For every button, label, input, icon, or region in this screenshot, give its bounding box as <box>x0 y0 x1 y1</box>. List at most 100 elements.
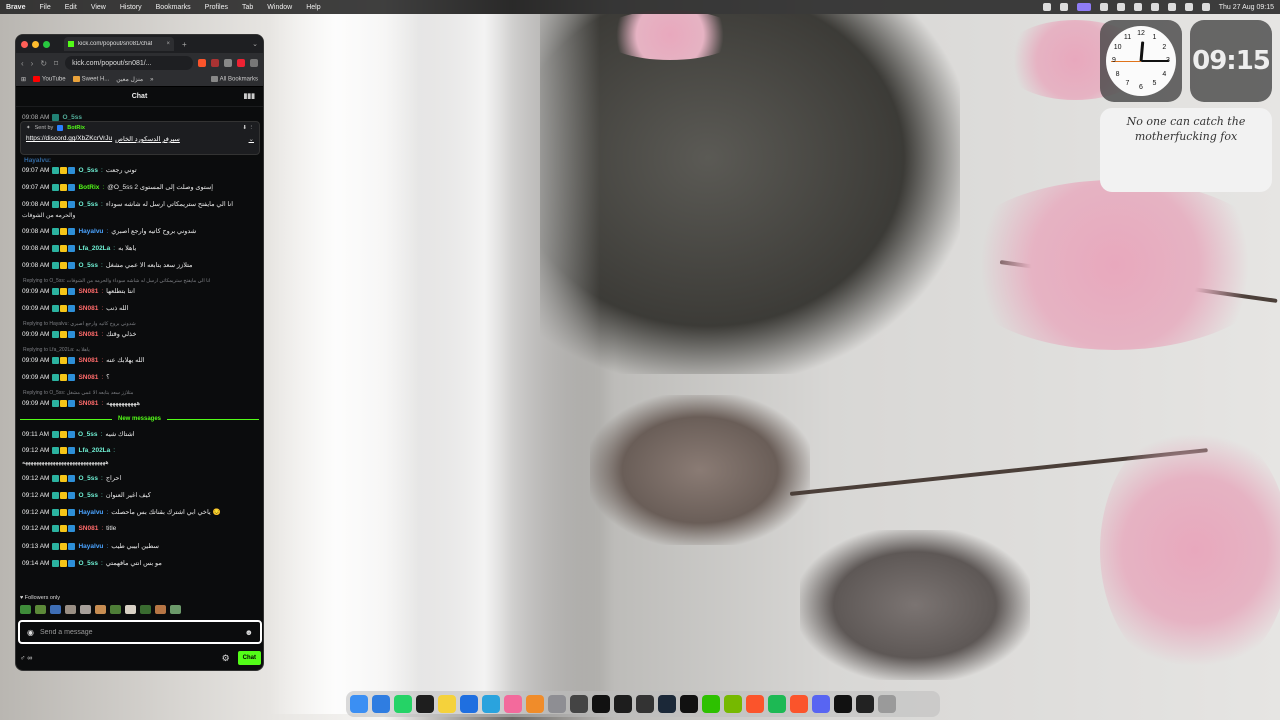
reply-context[interactable]: Replying to Hayalvu: شدوني بروح كاتيه وا… <box>23 321 136 327</box>
menu-app-name[interactable]: Brave <box>6 4 25 11</box>
forward-icon[interactable]: › <box>31 59 34 68</box>
stats-icon[interactable]: ▮▮▮ <box>243 92 255 100</box>
brave-rewards-icon[interactable] <box>211 59 219 67</box>
emote-icon[interactable] <box>140 605 151 614</box>
dock-trash-icon[interactable] <box>878 695 896 713</box>
dock-wechat-icon[interactable] <box>702 695 720 713</box>
focus-icon[interactable] <box>1133 3 1142 11</box>
bookmark-sweet[interactable]: Sweet H... <box>72 76 109 83</box>
chat-message[interactable]: 09:12 AM O_5ss: كيف اغير العنوان <box>22 491 258 499</box>
chat-message[interactable]: 09:12 AM SN081: title <box>22 525 258 532</box>
message-username[interactable]: Lfa_202La <box>78 447 110 454</box>
dock-whatsapp-icon[interactable] <box>394 695 412 713</box>
user-status[interactable]: ♂ ∞ <box>20 655 32 662</box>
pinned-sender[interactable]: BotRix <box>67 125 85 131</box>
chat-message[interactable]: 09:07 AM O_5ss: توني رجعت <box>22 166 258 174</box>
extension-icon[interactable] <box>237 59 245 67</box>
brave-shields-icon[interactable] <box>198 59 206 67</box>
expand-pinned-icon[interactable]: ⌄ <box>249 135 254 143</box>
minimize-window-button[interactable] <box>32 40 39 48</box>
new-tab-button[interactable]: + <box>182 40 187 49</box>
message-username[interactable]: SN081 <box>78 288 98 295</box>
tab-search-button[interactable]: ⌄ <box>252 40 258 48</box>
dock-telegram-icon[interactable] <box>482 695 500 713</box>
digital-clock-widget[interactable]: 09:15 <box>1190 20 1272 102</box>
chat-message[interactable]: 09:12 AM Hayalvu: ياخي ابي اشترك بقناتك بس… <box>22 508 258 516</box>
chat-message[interactable]: 09:09 AM SN081: خذلي وقتك <box>22 330 258 338</box>
message-username[interactable]: Hayalvu: <box>24 157 51 164</box>
chat-message[interactable]: 09:09 AM SN081: الله ذنب <box>22 304 258 312</box>
apps-grid-icon[interactable]: ⊞ <box>21 76 26 83</box>
emote-picker-icon[interactable]: ☻ <box>245 628 253 637</box>
rocket-icon[interactable] <box>1042 3 1051 11</box>
bookmark-arabic[interactable]: منزل معين <box>116 76 143 83</box>
dock-chatgpt-icon[interactable] <box>680 695 698 713</box>
reply-context[interactable]: Replying to O_5ss: متلازز سعد بتابعه الا… <box>23 390 133 396</box>
chat-message[interactable]: 09:12 AM Lfa_202La: <box>22 447 258 454</box>
emote-icon[interactable] <box>50 605 61 614</box>
message-username[interactable]: O_5ss <box>78 492 98 499</box>
display-icon[interactable] <box>1116 3 1125 11</box>
play-icon[interactable] <box>1150 3 1159 11</box>
emote-icon[interactable] <box>155 605 166 614</box>
chat-message[interactable]: 09:09 AM SN081: انتا بتطلعها <box>22 287 258 295</box>
bookmark-youtube[interactable]: YouTube <box>33 76 66 83</box>
sync-icon[interactable] <box>1059 3 1068 11</box>
dock-sublime-icon[interactable] <box>526 695 544 713</box>
dock-safari-icon[interactable] <box>372 695 390 713</box>
emote-icon[interactable] <box>20 605 31 614</box>
message-username[interactable]: SN081 <box>78 525 98 532</box>
dock-cat-icon[interactable] <box>636 695 654 713</box>
dock-photos-icon[interactable] <box>504 695 522 713</box>
dock-spotify-icon[interactable] <box>768 695 786 713</box>
menu-tab[interactable]: Tab <box>242 4 253 11</box>
menu-edit[interactable]: Edit <box>65 4 77 11</box>
browser-tab[interactable]: kick.com/popout/sn081/chat × <box>64 37 174 51</box>
message-username[interactable]: O_5ss <box>78 201 98 208</box>
chat-message[interactable]: 09:07 AM BotRix: @O_5ss 2 إستوى وصلت إلى ا… <box>22 183 258 191</box>
chat-message[interactable]: 09:09 AM SN081: الله يهلابك عنه <box>22 356 258 364</box>
dock-mail-icon[interactable] <box>460 695 478 713</box>
grid-icon[interactable] <box>1099 3 1108 11</box>
more-bookmarks-icon[interactable]: » <box>150 77 153 83</box>
dock-brave-beta-icon[interactable] <box>746 695 764 713</box>
analog-clock-widget[interactable]: 12 1 2 3 4 5 6 7 8 9 10 11 <box>1100 20 1182 102</box>
chat-input[interactable] <box>39 628 245 636</box>
menu-file[interactable]: File <box>39 4 50 11</box>
menu-icon[interactable] <box>250 59 258 67</box>
chat-message[interactable]: 09:11 AM O_5ss: اشتاك شيه <box>22 430 258 438</box>
more-options-icon[interactable]: ⋮ <box>249 125 255 131</box>
media-icon[interactable] <box>224 59 232 67</box>
dock-figma-icon[interactable] <box>416 695 434 713</box>
close-window-button[interactable] <box>21 40 28 48</box>
pinned-link[interactable]: https://discord.gg/XbZKcrVrJu <box>26 135 112 143</box>
dock-discord-icon[interactable] <box>812 695 830 713</box>
emote-icon[interactable] <box>65 605 76 614</box>
emote-icon[interactable] <box>170 605 181 614</box>
message-username[interactable]: O_5ss <box>62 114 82 121</box>
dock-terminal-icon[interactable] <box>592 695 610 713</box>
tab-close-icon[interactable]: × <box>166 41 170 47</box>
chat-message[interactable]: 09:13 AM Hayalvu: سطين ابيبي طيب <box>22 542 258 550</box>
control-center-icon[interactable] <box>1201 3 1210 11</box>
message-username[interactable]: SN081 <box>78 400 98 407</box>
wifi-icon[interactable] <box>1167 3 1176 11</box>
menubar-clock[interactable]: Thu 27 Aug 09:15 <box>1219 4 1274 11</box>
bookmark-icon[interactable]: ⌑ <box>54 59 58 68</box>
zoom-window-button[interactable] <box>43 40 50 48</box>
dock-notes-icon[interactable] <box>438 695 456 713</box>
message-username[interactable]: O_5ss <box>78 475 98 482</box>
message-username[interactable]: O_5ss <box>78 262 98 269</box>
emote-icon[interactable] <box>110 605 121 614</box>
message-username[interactable]: Lfa_202La <box>78 245 110 252</box>
menu-view[interactable]: View <box>91 4 106 11</box>
emote-icon[interactable] <box>35 605 46 614</box>
reply-context[interactable]: Replying to O_5ss: انا الي مايفتح ستريمك… <box>23 278 210 284</box>
gear-icon[interactable]: ⚙ <box>222 653 230 664</box>
message-username[interactable]: Hayalvu <box>78 228 103 235</box>
emote-icon[interactable] <box>125 605 136 614</box>
send-chat-button[interactable]: Chat <box>237 651 261 665</box>
dock-audio-icon[interactable] <box>834 695 852 713</box>
all-bookmarks[interactable]: All Bookmarks <box>210 76 258 83</box>
dock-brave-icon[interactable] <box>790 695 808 713</box>
